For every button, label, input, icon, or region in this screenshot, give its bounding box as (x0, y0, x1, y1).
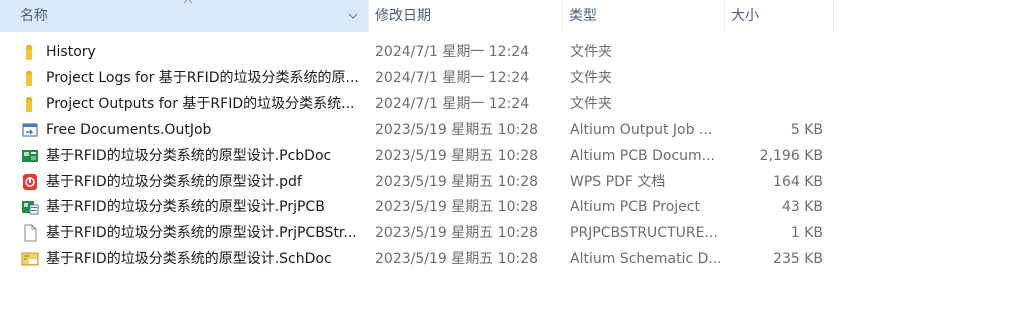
file-row[interactable]: History 2024/7/1 星期一 12:24 文件夹 (0, 39, 1024, 65)
file-name: Project Outputs for 基于RFID的垃圾分类系统... (46, 95, 355, 112)
file-type: 文件夹 (570, 95, 612, 112)
file-name: 基于RFID的垃圾分类系统的原型设计.pdf (46, 173, 302, 190)
file-size: 235 KB (773, 251, 823, 268)
file-size: 43 KB (781, 199, 823, 216)
file-row[interactable]: 基于RFID的垃圾分类系统的原型设计.PrjPCB 2023/5/19 星期五 1… (0, 194, 1024, 220)
file-name: 基于RFID的垃圾分类系统的原型设计.PcbDoc (46, 147, 332, 164)
file-name: Free Documents.OutJob (46, 121, 212, 138)
file-row[interactable]: 基于RFID的垃圾分类系统的原型设计.SchDoc 2023/5/19 星期五 1… (0, 246, 1024, 272)
column-header-type-label: 类型 (569, 8, 597, 24)
schdoc-file-icon (21, 250, 39, 268)
column-header-size-label: 大小 (731, 8, 759, 24)
file-type: WPS PDF 文档 (570, 173, 666, 190)
file-name: 基于RFID的垃圾分类系统的原型设计.SchDoc (46, 251, 332, 268)
file-size: 164 KB (773, 173, 823, 190)
file-size (725, 91, 823, 117)
file-type: PRJPCBSTRUCTURE... (570, 225, 718, 242)
column-divider[interactable] (833, 0, 834, 32)
pcbdoc-file-icon (21, 147, 39, 165)
file-type: 文件夹 (570, 44, 612, 60)
outjob-file-icon (21, 121, 39, 139)
column-header-date[interactable]: 修改日期 (369, 0, 562, 32)
file-modified-date: 2023/5/19 星期五 10:28 (375, 225, 539, 242)
file-size: 2,196 KB (759, 147, 823, 164)
file-modified-date: 2023/5/19 星期五 10:28 (375, 173, 539, 190)
file-size: 5 KB (790, 121, 823, 138)
file-row[interactable]: 基于RFID的垃圾分类系统的原型设计.PcbDoc 2023/5/19 星期五 1… (0, 143, 1024, 169)
chevron-down-icon[interactable] (347, 11, 359, 21)
file-row[interactable]: Project Outputs for 基于RFID的垃圾分类系统... 2024… (0, 91, 1024, 117)
file-size (725, 65, 823, 91)
column-header-name-label: 名称 (20, 8, 48, 24)
file-name: History (46, 44, 96, 60)
file-row[interactable]: Project Logs for 基于RFID的垃圾分类系统的原... 2024/… (0, 65, 1024, 91)
file-type: Altium PCB Project (570, 199, 700, 216)
folder-icon (21, 43, 39, 61)
file-modified-date: 2024/7/1 星期一 12:24 (375, 44, 530, 60)
file-row[interactable]: 基于RFID的垃圾分类系统的原型设计.PrjPCBStr... 2023/5/19… (0, 220, 1024, 246)
column-header-bar: 名称 修改日期 类型 大小 (0, 0, 1024, 32)
file-row[interactable]: 基于RFID的垃圾分类系统的原型设计.pdf 2023/5/19 星期五 10:2… (0, 169, 1024, 195)
file-modified-date: 2024/7/1 星期一 12:24 (375, 95, 530, 112)
file-type: Altium PCB Docum... (570, 147, 715, 164)
folder-icon (21, 69, 39, 87)
column-header-size[interactable]: 大小 (725, 0, 833, 32)
column-header-type[interactable]: 类型 (563, 0, 724, 32)
file-name: 基于RFID的垃圾分类系统的原型设计.PrjPCBStr... (46, 225, 357, 242)
generic-file-icon (21, 224, 39, 242)
pdf-file-icon (21, 173, 39, 191)
file-row[interactable]: Free Documents.OutJob 2023/5/19 星期五 10:28… (0, 117, 1024, 143)
column-header-date-label: 修改日期 (375, 8, 431, 24)
file-modified-date: 2023/5/19 星期五 10:28 (375, 147, 539, 164)
file-modified-date: 2023/5/19 星期五 10:28 (375, 199, 539, 216)
file-modified-date: 2024/7/1 星期一 12:24 (375, 69, 530, 86)
folder-icon (21, 95, 39, 113)
sort-ascending-icon (183, 0, 193, 4)
file-name: 基于RFID的垃圾分类系统的原型设计.PrjPCB (46, 199, 325, 216)
file-modified-date: 2023/5/19 星期五 10:28 (375, 121, 539, 138)
file-modified-date: 2023/5/19 星期五 10:28 (375, 251, 539, 268)
prjpcb-file-icon (21, 198, 39, 216)
file-size: 1 KB (790, 225, 823, 242)
file-size (725, 39, 823, 65)
file-name: Project Logs for 基于RFID的垃圾分类系统的原... (46, 69, 359, 86)
file-type: Altium Output Job ... (570, 121, 713, 138)
file-type: 文件夹 (570, 69, 612, 86)
file-type: Altium Schematic D... (570, 251, 720, 268)
